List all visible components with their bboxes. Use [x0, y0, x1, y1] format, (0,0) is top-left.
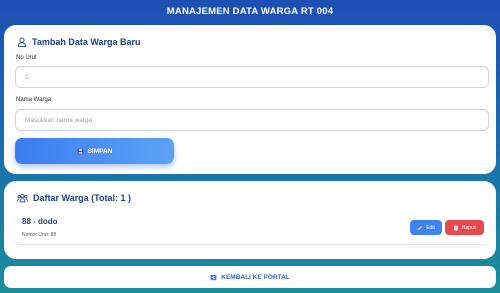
list-item: 88 - dodo Nomor Urut: 88 Edit Hapus [15, 210, 489, 245]
user-icon [17, 37, 32, 47]
kembali-label: KEMBALI KE PORTAL [221, 273, 290, 281]
save-icon [77, 148, 88, 155]
simpan-button[interactable]: SIMPAN [15, 138, 174, 164]
app-header: MANAJEMEN DATA WARGA RT 004 [0, 0, 500, 22]
kembali-ke-portal-button[interactable]: KEMBALI KE PORTAL [4, 266, 496, 288]
list-title: Daftar Warga (Total: 1 ) [17, 193, 131, 203]
daftar-warga-card: Daftar Warga (Total: 1 ) 88 - dodo Nomor… [4, 181, 496, 259]
users-icon [17, 193, 33, 203]
nama-warga-input[interactable] [15, 109, 489, 131]
warga-name: 88 - dodo [22, 217, 58, 226]
nama-warga-label: Nama Warga [16, 97, 52, 103]
simpan-label: SIMPAN [87, 147, 113, 155]
edit-label: Edit [426, 224, 435, 231]
trash-icon [453, 224, 462, 231]
portal-icon [210, 274, 221, 281]
add-warga-card: Tambah Data Warga Baru No Urut Nama Warg… [4, 25, 496, 174]
hapus-label: Hapus [461, 224, 477, 231]
list-title-text: Daftar Warga (Total: 1 ) [33, 193, 132, 203]
no-urut-input[interactable] [15, 66, 489, 88]
page-title: MANAJEMEN DATA WARGA RT 004 [166, 5, 334, 17]
pencil-icon [417, 224, 426, 231]
form-title-text: Tambah Data Warga Baru [32, 37, 141, 47]
edit-button[interactable]: Edit [410, 220, 442, 235]
hapus-button[interactable]: Hapus [445, 220, 484, 235]
form-title: Tambah Data Warga Baru [17, 37, 141, 47]
warga-nomor-urut: Nomor Urut: 88 [22, 232, 57, 238]
no-urut-label: No Urut [16, 55, 37, 61]
